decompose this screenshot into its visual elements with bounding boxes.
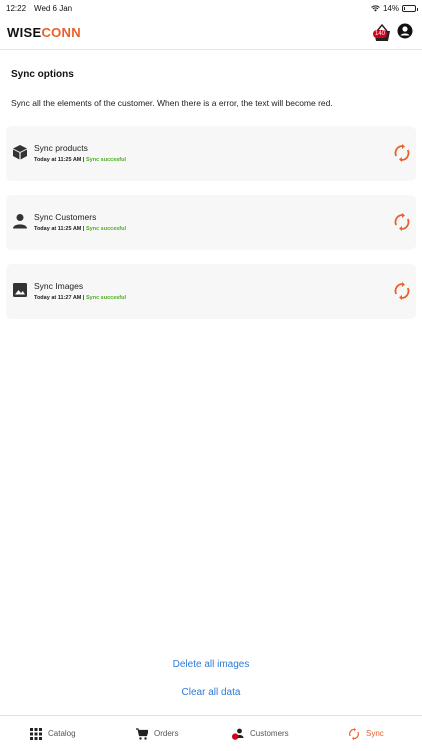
cart-icon — [136, 727, 148, 740]
page-title: Sync options — [11, 69, 74, 80]
sync-icon[interactable] — [394, 282, 410, 300]
sync-icon[interactable] — [394, 144, 410, 162]
account-icon[interactable] — [397, 23, 413, 39]
sync-item-time: Today at 11:25 AM | — [34, 226, 85, 232]
sync-item-status: Sync succesful — [85, 157, 127, 163]
sync-item-meta: Today at 11:25 AM | Sync succesful — [34, 157, 126, 163]
tab-label: Customers — [250, 729, 289, 738]
customers-icon — [232, 728, 244, 740]
grid-icon — [30, 727, 42, 740]
sync-products-card[interactable]: Sync products Today at 11:25 AM | Sync s… — [6, 126, 416, 181]
sync-item-time: Today at 11:25 AM | — [34, 157, 85, 163]
tab-sync[interactable]: Sync — [348, 716, 384, 751]
sync-icon[interactable] — [394, 213, 410, 231]
tab-bar: Catalog Orders Customers Sync — [0, 715, 422, 750]
cube-icon — [13, 145, 27, 160]
app-logo: WISECONN — [7, 25, 81, 40]
sync-item-meta: Today at 11:27 AM | Sync succesful — [34, 295, 126, 301]
sync-customers-card[interactable]: Sync Customers Today at 11:25 AM | Sync … — [6, 195, 416, 250]
status-date: Wed 6 Jan — [34, 3, 73, 13]
sync-item-time: Today at 11:27 AM | — [34, 295, 85, 301]
sync-images-card[interactable]: Sync Images Today at 11:27 AM | Sync suc… — [6, 264, 416, 319]
battery-percent: 14% — [382, 3, 399, 13]
tab-orders[interactable]: Orders — [136, 716, 178, 751]
clear-data-button[interactable]: Clear all data — [0, 687, 422, 698]
sync-item-name: Sync products — [34, 143, 88, 153]
sync-icon — [349, 727, 359, 740]
person-icon — [13, 214, 27, 229]
delete-images-button[interactable]: Delete all images — [0, 659, 422, 670]
tab-label: Sync — [366, 729, 384, 738]
logo-part2: CONN — [41, 25, 81, 40]
status-bar: 12:22 Wed 6 Jan 14% — [0, 0, 422, 16]
sync-item-status: Sync succesful — [85, 295, 127, 301]
sync-item-name: Sync Images — [34, 281, 84, 291]
tab-customers[interactable]: Customers — [232, 716, 289, 751]
sync-item-meta: Today at 11:25 AM | Sync succesful — [34, 226, 126, 232]
image-icon — [13, 283, 27, 297]
tab-label: Catalog — [48, 729, 76, 738]
wifi-icon — [371, 5, 380, 11]
cart-badge: 140 — [373, 30, 388, 38]
app-header: WISECONN 140 — [0, 16, 422, 50]
battery-icon — [402, 4, 418, 12]
sync-item-status: Sync succesful — [85, 226, 127, 232]
status-time: 12:22 — [6, 3, 27, 13]
sync-item-name: Sync Customers — [34, 212, 97, 222]
tab-catalog[interactable]: Catalog — [30, 716, 76, 751]
page-description: Sync all the elements of the customer. W… — [11, 98, 333, 108]
logo-part1: WISE — [7, 25, 42, 40]
tab-label: Orders — [154, 729, 179, 738]
